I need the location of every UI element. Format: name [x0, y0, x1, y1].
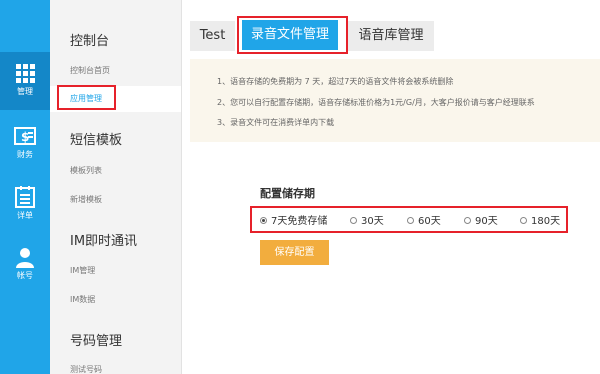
rail-item-manage[interactable]: 管理 [0, 52, 50, 110]
nav-item-im-data[interactable]: IM数据 [70, 294, 95, 305]
nav-item-test-numbers[interactable]: 测试号码 [70, 364, 102, 374]
highlight-box-active-tab [237, 16, 348, 54]
rail-item-finance[interactable]: $ 财务 [0, 115, 50, 173]
tab-test[interactable]: Test [190, 21, 235, 51]
icon-rail: 管理 $ 财务 详单 帐号 [0, 0, 50, 374]
nav-item-template-list[interactable]: 模板列表 [70, 165, 102, 176]
nav-item-console-home[interactable]: 控制台首页 [70, 65, 110, 76]
secondary-sidebar: 控制台 控制台首页 应用管理 短信模板 模板列表 新增模板 IM即时通讯 IM管… [50, 0, 182, 374]
nav-group-console: 控制台 [70, 34, 110, 49]
save-config-button[interactable]: 保存配置 [260, 240, 329, 265]
highlight-box-options [250, 206, 568, 233]
notice-line: 2、您可以自行配置存储期，语音存储标准价格为1元/G/月，大客户报价请与客户经理… [217, 98, 535, 107]
grid-icon [16, 64, 35, 83]
notice-line: 1、语音存储的免费期为 7 天，超过7天的语音文件将会被系统删除 [217, 77, 454, 86]
rail-label: 管理 [17, 87, 33, 96]
rail-label: 财务 [17, 150, 33, 159]
nav-item-im-management[interactable]: IM管理 [70, 265, 95, 276]
list-icon [15, 186, 35, 208]
rail-item-details[interactable]: 详单 [0, 176, 50, 234]
nav-group-sms-templates: 短信模板 [70, 133, 123, 148]
nav-group-im: IM即时通讯 [70, 234, 138, 249]
tab-voice-library[interactable]: 语音库管理 [348, 21, 434, 51]
highlight-box-app-management [57, 85, 116, 110]
rail-label: 详单 [17, 211, 33, 220]
nav-group-numbers: 号码管理 [70, 334, 123, 349]
notice-line: 3、录音文件可在消费详单内下载 [217, 118, 335, 127]
user-icon [16, 248, 34, 268]
storage-period-title: 配置储存期 [260, 187, 315, 200]
nav-item-add-template[interactable]: 新增模板 [70, 194, 102, 205]
rail-label: 帐号 [17, 271, 33, 280]
notice-panel: 1、语音存储的免费期为 7 天，超过7天的语音文件将会被系统删除 2、您可以自行… [190, 59, 600, 142]
dollar-icon: $ [14, 127, 36, 145]
rail-item-account[interactable]: 帐号 [0, 236, 50, 294]
